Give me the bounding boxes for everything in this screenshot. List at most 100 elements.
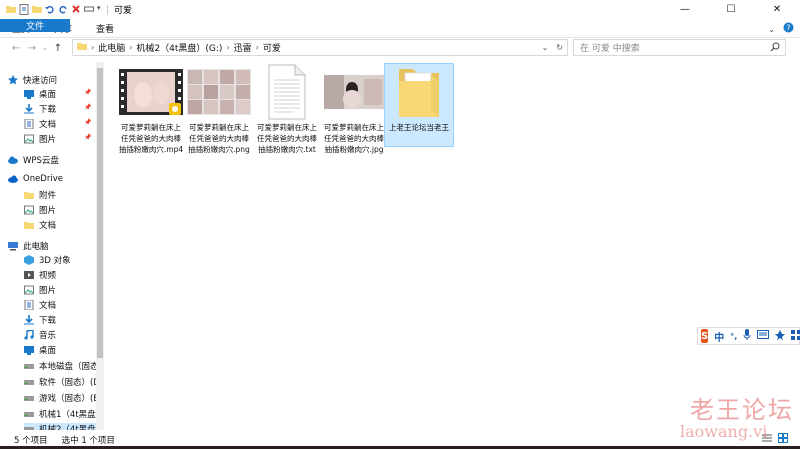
undo-icon[interactable]: [45, 4, 55, 15]
player-badge-icon: [169, 103, 181, 118]
sidebar-item[interactable]: 此电脑: [8, 240, 49, 252]
large-icons-view-icon[interactable]: [778, 433, 788, 446]
address-actions: ⌄ ↻: [542, 43, 563, 52]
sidebar-item-label: 文档: [39, 120, 57, 130]
tab-view[interactable]: 查看: [84, 19, 126, 37]
sidebar-item[interactable]: 机械2（4t黑盘）: [24, 423, 103, 430]
content-scrollbar[interactable]: [788, 58, 800, 430]
sidebar-item[interactable]: 本地磁盘（固态: [24, 360, 99, 372]
file-view: 可爱萝莉躺在床上任凭爸爸的大肉棒抽插粉嫩肉穴.mp4 可爱萝莉躺在床上任凭爸爸的…: [104, 58, 796, 430]
ime-mode[interactable]: 中: [714, 329, 724, 344]
file-item-jpg[interactable]: 可爱萝莉躺在床上任凭爸爸的大肉棒抽插粉嫩肉穴.jpg: [319, 64, 389, 155]
sidebar-item-label: 图片: [39, 135, 57, 145]
desktop-icon: [24, 89, 34, 99]
folder-name: 上老王论坛当老王: [389, 123, 449, 132]
toolbox-icon[interactable]: [791, 329, 800, 343]
new-folder-icon[interactable]: [32, 4, 42, 15]
sidebar-item[interactable]: 机械1（4t黑盘）: [24, 408, 103, 420]
sidebar-item-label: 软件（固态）(D: [39, 378, 100, 388]
refresh-icon[interactable]: ↻: [556, 43, 563, 52]
folder-thumbnail: [387, 64, 451, 120]
sidebar-item[interactable]: 文档: [24, 299, 56, 311]
ribbon-right-controls: ⌄ ?: [768, 22, 794, 36]
delete-icon[interactable]: [71, 4, 81, 15]
tab-file[interactable]: 文件: [0, 19, 70, 32]
sidebar-item[interactable]: 下载: [24, 103, 56, 115]
folder-item[interactable]: 上老王论坛当老王: [384, 63, 454, 147]
sidebar-item[interactable]: 下载: [24, 314, 56, 326]
sidebar-item-label: 文档: [39, 221, 57, 231]
chevron-down-icon[interactable]: ⌄: [542, 43, 549, 52]
sidebar-item-label: WPS云盘: [23, 156, 59, 166]
folder-icon: [77, 41, 87, 54]
drive-icon: [24, 377, 34, 387]
desktop-icon: [24, 345, 34, 355]
sidebar-item[interactable]: WPS云盘: [8, 154, 59, 166]
close-button[interactable]: ✕: [754, 0, 800, 19]
ribbon-tabs: 文件 主页 共享 查看 ⌄ ?: [0, 19, 800, 38]
help-icon[interactable]: ?: [783, 22, 794, 36]
breadcrumb-this-pc[interactable]: 此电脑: [98, 41, 125, 54]
search-input[interactable]: 在 可爱 中搜索: [580, 41, 640, 54]
redo-icon[interactable]: [58, 4, 68, 15]
skin-icon[interactable]: [775, 329, 786, 343]
video-icon: [24, 270, 34, 280]
address-bar[interactable]: › 此电脑 › 机械2（4t黑盘）(G:) › 迅雷 › 可爱 ⌄ ↻: [72, 39, 568, 56]
breadcrumb-drive[interactable]: 机械2（4t黑盘）(G:): [136, 41, 222, 54]
sidebar-item[interactable]: 3D 对象: [24, 254, 71, 266]
svg-text:?: ?: [786, 24, 790, 33]
forward-button[interactable]: →: [24, 40, 40, 56]
sidebar-scrollbar[interactable]: [96, 62, 104, 430]
sidebar-item[interactable]: 视频: [24, 269, 56, 281]
customize-toolbar-icon[interactable]: ▾: [97, 4, 103, 15]
sidebar-item[interactable]: 文档: [24, 118, 56, 130]
ime-punctuation[interactable]: °,: [730, 332, 737, 341]
rename-icon[interactable]: [84, 4, 94, 15]
sidebar-scrollbar-thumb[interactable]: [97, 68, 103, 358]
computer-icon: [8, 241, 18, 251]
sidebar-item[interactable]: 游戏（固态）(E: [24, 392, 99, 404]
sidebar-item[interactable]: 软件（固态）(D: [24, 376, 100, 388]
sidebar-item-label: 下载: [39, 316, 57, 326]
sidebar-item-label: 快速访问: [23, 76, 58, 86]
quick-access-toolbar: ▾: [0, 4, 103, 15]
chevron-down-icon[interactable]: ⌄: [768, 25, 775, 34]
sogou-logo[interactable]: S: [701, 329, 709, 343]
minimize-button[interactable]: —: [662, 0, 708, 19]
sidebar-item[interactable]: 图片: [24, 133, 56, 145]
breadcrumb-current[interactable]: 可爱: [263, 41, 281, 54]
sidebar-item[interactable]: 桌面: [24, 88, 56, 100]
back-button[interactable]: ←: [8, 40, 24, 56]
up-button[interactable]: ↑: [50, 40, 66, 56]
file-item-mp4[interactable]: 可爱萝莉躺在床上任凭爸爸的大肉棒抽插粉嫩肉穴.mp4: [116, 64, 186, 155]
sidebar-item-label: 机械1（4t黑盘）: [39, 410, 103, 420]
folder-icon: [24, 190, 34, 200]
maximize-button[interactable]: ☐: [708, 0, 754, 19]
sidebar-item[interactable]: OneDrive: [8, 174, 63, 184]
recent-locations-button[interactable]: ⌄: [40, 40, 50, 56]
file-item-txt[interactable]: 可爱萝莉躺在床上任凭爸爸的大肉棒抽插粉嫩肉穴.txt: [252, 64, 322, 155]
properties-icon[interactable]: [19, 4, 29, 15]
arrow-left-icon: ←: [11, 42, 21, 54]
pin-icon: 📌: [84, 119, 92, 126]
sidebar-item[interactable]: 桌面: [24, 344, 56, 356]
sidebar-item[interactable]: 图片: [24, 204, 56, 216]
explorer-window: ▾ 可爱 — ☐ ✕ 文件 主页 共享 查看 ⌄ ? ← → ⌄ ↑ › 此电脑…: [0, 0, 800, 449]
ime-toolbar[interactable]: S 中 °,: [697, 327, 800, 345]
sidebar-item-label: 桌面: [39, 346, 57, 356]
file-name: 可爱萝莉躺在床上任凭爸爸的大肉棒抽插粉嫩肉穴.png: [188, 123, 250, 154]
keyboard-icon[interactable]: [757, 330, 770, 342]
search-box[interactable]: 在 可爱 中搜索: [573, 39, 786, 56]
sidebar-item[interactable]: 文档: [24, 219, 56, 231]
sidebar-item-label: 图片: [39, 286, 57, 296]
microphone-icon[interactable]: [743, 329, 751, 343]
sidebar-item[interactable]: 音乐: [24, 329, 56, 341]
drive-icon: [24, 361, 34, 371]
sidebar-item[interactable]: 图片: [24, 284, 56, 296]
picture-icon: [24, 134, 34, 144]
sidebar-item[interactable]: 快速访问: [8, 74, 57, 86]
breadcrumb-xunlei[interactable]: 迅雷: [234, 41, 252, 54]
sidebar-item[interactable]: 附件: [24, 189, 56, 201]
sidebar-item-label: OneDrive: [23, 174, 63, 184]
file-item-png[interactable]: 可爱萝莉躺在床上任凭爸爸的大肉棒抽插粉嫩肉穴.png: [184, 64, 254, 155]
